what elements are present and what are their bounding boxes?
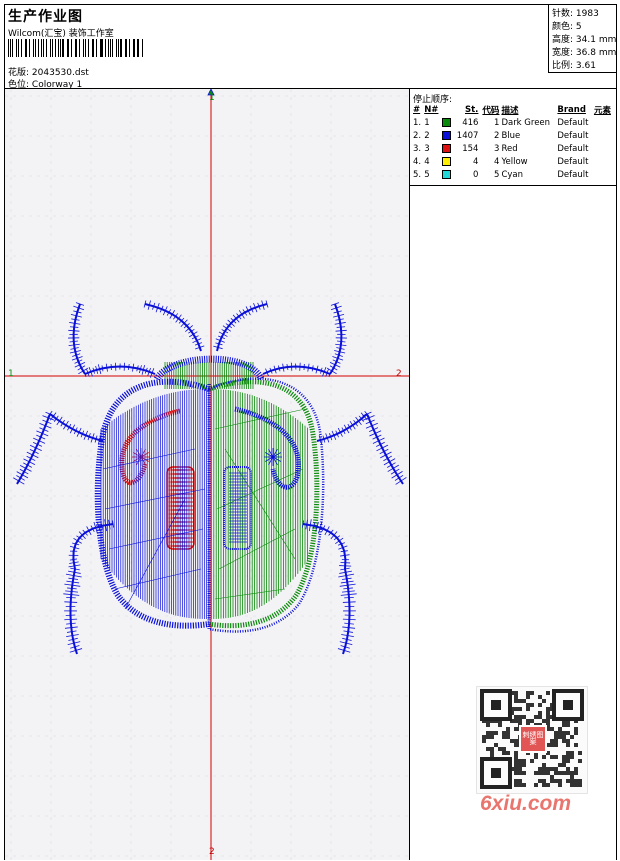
stop-stitches: 4 [473, 156, 479, 167]
axis-end-label-bottom: 2 [209, 847, 215, 857]
stop-description: Red [501, 143, 518, 154]
stop-code: 3 [494, 143, 500, 154]
stop-needle: 1 [424, 117, 430, 128]
stop-element [593, 129, 614, 142]
table-row[interactable]: 3. 3 154 3 Red Default [412, 142, 614, 155]
embroidery-preview [5, 89, 409, 860]
qr-stamp: 刺绣图案 [519, 725, 547, 753]
blue-stitch-fill [100, 389, 210, 619]
worksheet-header: 生产作业图 Wilcom(汇宝) 装饰工作室 花版: 2043530.dst 色… [5, 5, 616, 90]
barcode [8, 39, 143, 57]
stop-element [593, 116, 614, 129]
stop-stitches: 416 [462, 117, 479, 128]
axis-end-label-right: 2 [396, 369, 402, 379]
col-swatch [441, 103, 453, 116]
panel-divider [410, 185, 616, 186]
design-canvas[interactable]: 1 1 2 2 [5, 89, 410, 860]
stop-brand: Default [557, 130, 589, 141]
stop-element [593, 142, 614, 155]
col-needle: N# [424, 104, 439, 115]
stop-swatch [441, 155, 453, 168]
stop-swatch [441, 142, 453, 155]
stop-swatch [441, 168, 453, 181]
table-row[interactable]: 5. 5 0 5 Cyan Default [412, 168, 614, 181]
stop-index: 3. [413, 143, 422, 154]
stop-code: 2 [494, 130, 500, 141]
stop-needle: 4 [424, 156, 430, 167]
qr-code: 刺绣图案 [476, 686, 588, 794]
stat-scale: 比例: 3.61 [552, 61, 596, 71]
table-row[interactable]: 4. 4 4 4 Yellow Default [412, 155, 614, 168]
stat-stitches: 针数: 1983 [552, 9, 599, 19]
col-index: # [413, 104, 421, 115]
beetle-design [13, 89, 407, 655]
stop-code: 4 [494, 156, 500, 167]
stop-description: Cyan [501, 169, 523, 180]
stop-needle: 2 [424, 130, 430, 141]
stat-height: 高度: 34.1 mm [552, 35, 617, 45]
stop-description: Yellow [501, 156, 528, 167]
stop-code: 5 [494, 169, 500, 180]
stop-stitches: 154 [462, 143, 479, 154]
axis-start-label-top: 1 [209, 93, 215, 103]
stat-width: 宽度: 36.8 mm [552, 48, 617, 58]
site-watermark: 6xiu.com [480, 792, 572, 815]
table-row[interactable]: 2. 2 1407 2 Blue Default [412, 129, 614, 142]
stop-brand: Default [557, 117, 589, 128]
stop-brand: Default [557, 169, 589, 180]
stop-index: 5. [413, 169, 422, 180]
red-stitch-fill [119, 408, 195, 550]
company-name: Wilcom(汇宝) 装饰工作室 [8, 29, 114, 39]
design-stats: 针数: 1983 颜色: 5 高度: 34.1 mm 宽度: 36.8 mm 比… [548, 5, 616, 73]
table-header-row: # N# St. 代码 描述 Brand 元素 [412, 103, 614, 116]
color-swatch [442, 117, 452, 127]
stop-swatch [441, 116, 453, 129]
color-swatch [442, 143, 452, 153]
production-worksheet: 生产作业图 Wilcom(汇宝) 装饰工作室 花版: 2043530.dst 色… [4, 4, 617, 860]
stop-code: 1 [494, 117, 500, 128]
stop-needle: 5 [424, 169, 430, 180]
stop-stitches: 1407 [456, 130, 479, 141]
stop-brand: Default [557, 143, 589, 154]
stop-index: 4. [413, 156, 422, 167]
color-swatch [442, 130, 452, 140]
axis-start-label-left: 1 [8, 369, 14, 379]
stat-colors: 颜色: 5 [552, 22, 582, 32]
header-info: 生产作业图 Wilcom(汇宝) 装饰工作室 花版: 2043530.dst 色… [5, 5, 548, 90]
stop-sequence-table: # N# St. 代码 描述 Brand 元素 1. 1 416 1 Dark Gree… [412, 103, 614, 181]
col-stitches: St. [465, 104, 479, 115]
stop-swatch [441, 129, 453, 142]
col-description: 描述 [501, 105, 519, 116]
col-code: 代码 [482, 105, 500, 116]
color-swatch [442, 169, 452, 179]
stop-needle: 3 [424, 143, 430, 154]
stop-index: 2. [413, 130, 422, 141]
stop-index: 1. [413, 117, 422, 128]
stop-brand: Default [557, 156, 589, 167]
worksheet-title: 生产作业图 [8, 9, 83, 25]
stop-stitches: 0 [473, 169, 479, 180]
stop-element [593, 168, 614, 181]
color-swatch [442, 156, 452, 166]
stop-description: Blue [501, 130, 521, 141]
stop-description: Dark Green [501, 117, 551, 128]
stop-element [593, 155, 614, 168]
col-brand: Brand [557, 104, 586, 115]
col-element: 元素 [593, 105, 611, 116]
table-row[interactable]: 1. 1 416 1 Dark Green Default [412, 116, 614, 129]
